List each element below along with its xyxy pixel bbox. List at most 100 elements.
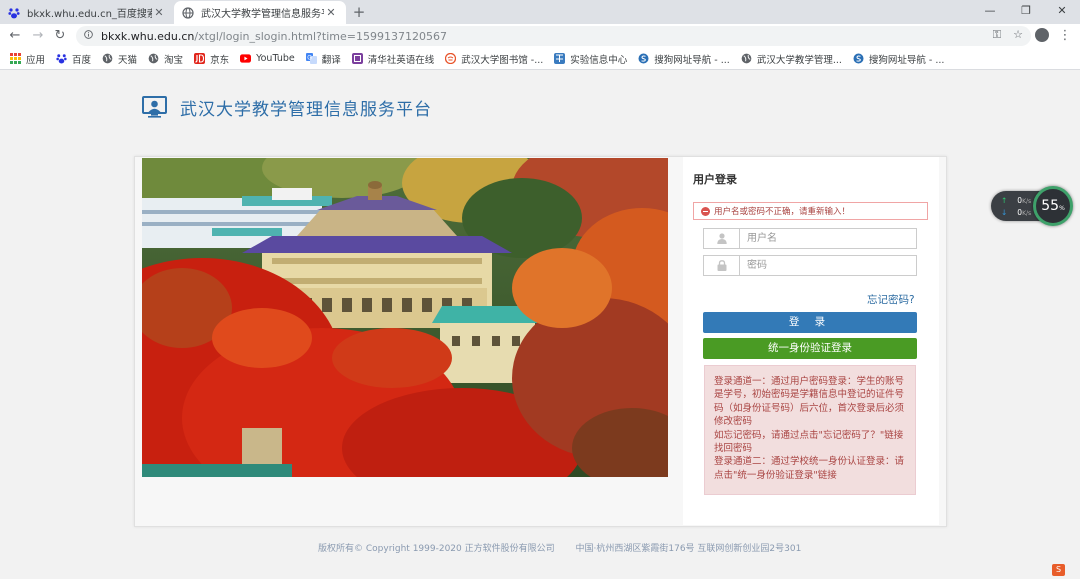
bookmark-sogou-2[interactable]: 搜狗网址导航 - ... (853, 52, 945, 66)
bookmark-jd[interactable]: 京东 (194, 52, 229, 66)
browser-menu-icon[interactable]: ⋮ (1058, 27, 1072, 45)
tab-bar: bkxk.whu.edu.cn_百度搜索 ✕ 武汉大学教学管理信息服务平台 ✕ … (0, 0, 1080, 24)
campus-photo (142, 158, 668, 477)
password-input[interactable] (740, 256, 916, 275)
download-arrow-icon: ↓ (1001, 208, 1008, 217)
password-field (703, 255, 917, 276)
globe-icon (182, 6, 194, 19)
globe-icon (148, 53, 159, 64)
back-button[interactable]: ← (6, 27, 24, 45)
tsinghua-icon (351, 53, 363, 64)
globe-icon (741, 53, 752, 64)
toolbar: ← → ↻ bkxk.whu.edu.cn/xtgl/login_slogin.… (0, 24, 1080, 48)
new-tab-button[interactable]: + (350, 3, 368, 21)
bookmark-sogou-1[interactable]: 搜狗网址导航 - ... (638, 52, 730, 66)
bookmark-tmall[interactable]: 天猫 (102, 52, 137, 66)
error-alert: 用户名或密码不正确，请重新输入！ (693, 202, 928, 220)
notice-line-2: 如忘记密码，请通过点击"忘记密码了？"链接找回密码 (714, 429, 904, 455)
bookmark-label: 搜狗网址导航 - ... (868, 54, 945, 66)
tab-close-icon[interactable]: ✕ (324, 6, 338, 19)
login-notice: 登录通道一：通过用户密码登录：学生的账号是学号，初始密码是学籍信息中登记的证件号… (704, 365, 916, 495)
translate-icon: G (305, 53, 317, 64)
baidu-icon (8, 7, 20, 19)
usage-percent-sign: % (1059, 205, 1065, 212)
notice-line-3: 登录通道二：通过学校统一身份认证登录：请点击"统一身份验证登录"链接 (714, 456, 905, 481)
library-icon (445, 53, 457, 64)
bookmark-label: 实验信息中心 (570, 54, 628, 66)
upload-unit: K/s (1022, 198, 1032, 205)
bookmark-baidu[interactable]: 百度 (56, 52, 91, 66)
minimize-button[interactable]: — (972, 0, 1008, 22)
reload-button[interactable]: ↻ (51, 27, 69, 45)
bookmark-label: 应用 (26, 54, 46, 66)
bookmark-label: 清华社英语在线 (367, 54, 435, 66)
user-icon (704, 229, 740, 248)
jd-icon (194, 53, 206, 64)
bookmark-label: YouTube (256, 53, 295, 64)
page-footer: 版权所有© Copyright 1999-2020 正方软件股份有限公司 中国·… (318, 541, 819, 554)
bookmarks-bar: 应用 百度 天猫 淘宝 京东 YouTube G 翻译 清华社英语在线 武汉大学… (0, 48, 1080, 70)
memory-usage-gauge[interactable]: 55% (1033, 186, 1073, 226)
globe-icon (102, 53, 113, 64)
bookmark-label: 武汉大学图书馆 -... (461, 54, 544, 66)
key-icon[interactable]: ⚿ (993, 28, 1001, 42)
sogou-icon (853, 53, 864, 64)
error-icon (701, 206, 710, 216)
window-controls: — ❐ ✕ (972, 0, 1080, 24)
url-host: bkxk.whu.edu.cn (101, 29, 195, 43)
username-input[interactable] (740, 229, 916, 248)
bookmark-whu-teaching[interactable]: 武汉大学教学管理... (741, 52, 842, 66)
usage-percent: 55 (1041, 198, 1060, 214)
baidu-icon (56, 53, 67, 64)
bookmark-label: 淘宝 (164, 54, 184, 66)
bookmark-youtube[interactable]: YouTube (240, 53, 295, 64)
page-title: 武汉大学教学管理信息服务平台 (180, 100, 432, 120)
profile-avatar-icon[interactable] (1035, 28, 1049, 42)
footer-copyright: 版权所有© Copyright 1999-2020 正方软件股份有限公司 (318, 544, 555, 554)
download-unit: K/s (1022, 210, 1032, 217)
tab-baidu-search[interactable]: bkxk.whu.edu.cn_百度搜索 ✕ (0, 1, 174, 24)
upload-arrow-icon: ↑ (1001, 196, 1008, 205)
bookmark-taobao[interactable]: 淘宝 (148, 52, 183, 66)
apps-grid-icon (10, 53, 21, 64)
bookmark-label: 武汉大学教学管理... (756, 54, 842, 66)
username-field (703, 228, 917, 249)
info-icon[interactable] (84, 30, 94, 42)
bookmark-lab-center[interactable]: 实验信息中心 (554, 52, 627, 66)
url-path: /xtgl/login_slogin.html?time=15991371205… (194, 29, 447, 43)
error-message: 用户名或密码不正确，请重新输入！ (714, 207, 851, 217)
bookmark-label: 天猫 (118, 54, 138, 66)
input-method-icon[interactable]: S (1052, 564, 1065, 576)
bookmark-tsinghua[interactable]: 清华社英语在线 (351, 52, 435, 66)
notice-line-1: 登录通道一：通过用户密码登录：学生的账号是学号，初始密码是学籍信息中登记的证件号… (714, 376, 905, 428)
tab-close-icon[interactable]: ✕ (152, 6, 166, 19)
lab-icon (554, 53, 566, 64)
youtube-icon (240, 53, 252, 64)
tab-whu-platform[interactable]: 武汉大学教学管理信息服务平台 ✕ (174, 1, 346, 24)
bookmark-star-icon[interactable]: ☆ (1013, 28, 1023, 42)
bookmark-apps[interactable]: 应用 (10, 52, 45, 66)
network-speed-widget[interactable]: ↑ 0K/s ↓ 0K/s 55% (991, 186, 1076, 226)
platform-logo-icon (142, 96, 167, 118)
bookmark-whu-library[interactable]: 武汉大学图书馆 -... (445, 52, 543, 66)
lock-icon (704, 256, 740, 275)
bookmark-label: 京东 (210, 54, 230, 66)
tab-title: bkxk.whu.edu.cn_百度搜索 (27, 9, 152, 20)
bookmark-translate[interactable]: G 翻译 (305, 52, 341, 66)
close-window-button[interactable]: ✕ (1044, 0, 1080, 22)
bookmark-label: 百度 (72, 54, 92, 66)
sso-login-button[interactable]: 统一身份验证登录 (703, 338, 917, 359)
bookmark-label: 搜狗网址导航 - ... (654, 54, 730, 66)
bookmark-label: 翻译 (321, 54, 341, 66)
tab-title: 武汉大学教学管理信息服务平台 (201, 9, 324, 20)
sogou-icon (638, 53, 649, 64)
login-heading: 用户登录 (693, 173, 737, 186)
svg-text:G: G (307, 55, 312, 61)
forward-button[interactable]: → (29, 27, 47, 45)
login-button[interactable]: 登 录 (703, 312, 917, 333)
address-bar[interactable]: bkxk.whu.edu.cn/xtgl/login_slogin.html?t… (76, 26, 1031, 46)
forgot-password-link[interactable]: 忘记密码? (867, 292, 915, 307)
footer-address: 中国·杭州西湖区紫霞街176号 互联网创新创业园2号301 (575, 544, 802, 554)
maximize-button[interactable]: ❐ (1008, 0, 1044, 22)
page-content: 武汉大学教学管理信息服务平台 (0, 71, 1080, 579)
